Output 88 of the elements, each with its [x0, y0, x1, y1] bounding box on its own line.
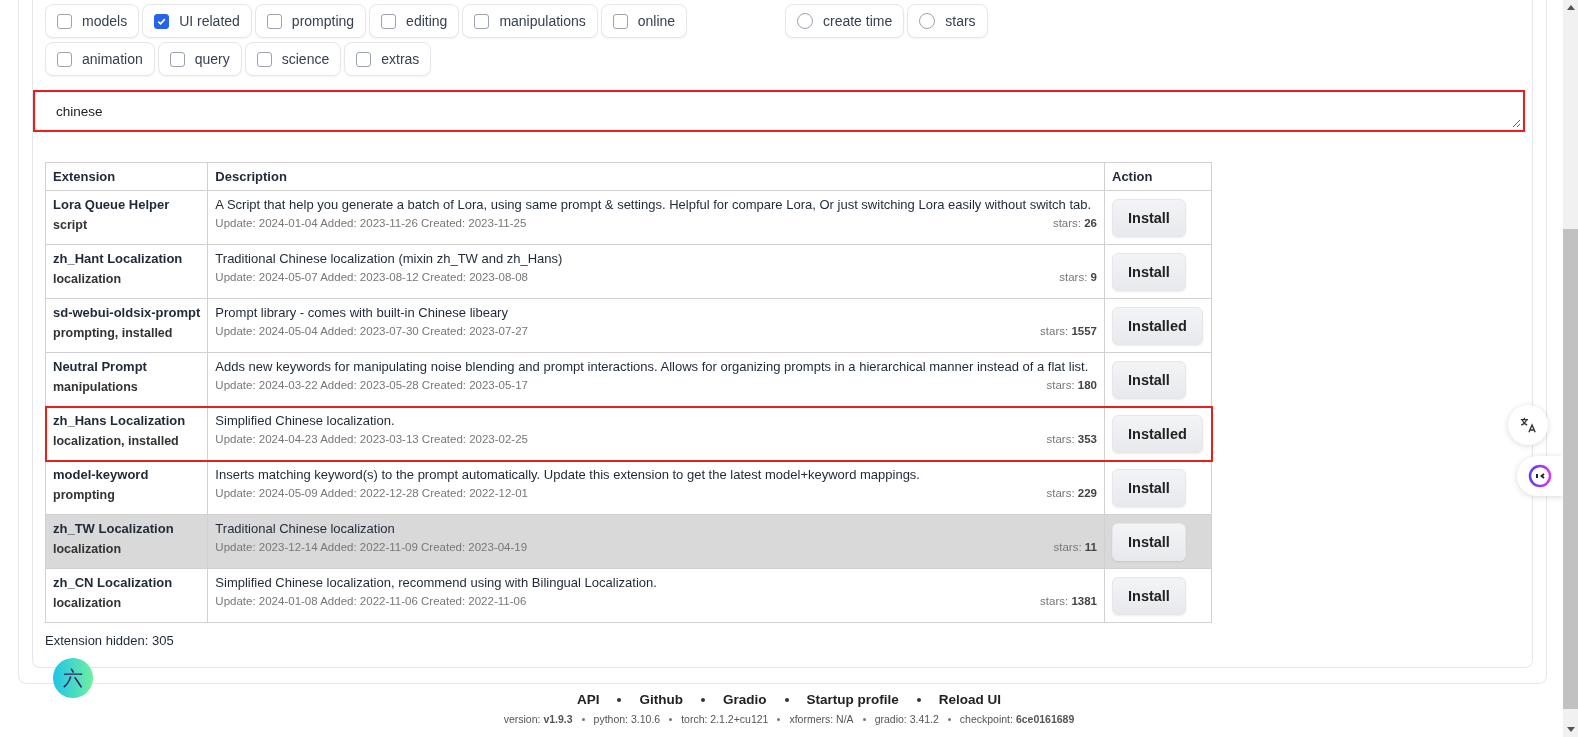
filter-checkbox[interactable]: models [45, 4, 140, 38]
footer-link[interactable]: Github [639, 692, 683, 707]
extension-tags: manipulations [53, 377, 201, 397]
sort-radio[interactable]: create time [785, 4, 905, 38]
star-count: stars: 1557 [1040, 324, 1097, 339]
version-info: xformers: N/A [789, 713, 854, 725]
version-info: torch: 2.1.2+cu121 [681, 713, 769, 725]
version-info: checkpoint: 6ce0161689 [959, 713, 1075, 725]
extension-name: Neutral Prompt [53, 358, 148, 376]
extension-dates: Update: 2024-01-08 Added: 2022-11-06 Created: 2022-11-06 [215, 594, 527, 609]
install-button[interactable]: Install [1112, 360, 1186, 399]
star-count: stars: 26 [1052, 216, 1097, 231]
extension-description: Traditional Chinese localization [215, 520, 396, 538]
filter-checkbox[interactable]: animation [45, 42, 155, 76]
footer-link[interactable]: Gradio [723, 692, 767, 707]
star-count: stars: 9 [1059, 270, 1097, 285]
extension-dates: Update: 2024-05-07 Added: 2023-08-12 Created: 2023-08-08 [215, 270, 528, 285]
filter-checkbox[interactable]: prompting [254, 4, 367, 38]
table-row[interactable] [45, 460, 1212, 515]
extension-tags: localization [53, 593, 201, 613]
filter-checkbox[interactable]: extras [344, 42, 432, 76]
extension-description: Prompt library - comes with built-in Chinese libeary [215, 304, 509, 322]
filter-checkbox[interactable]: science [244, 42, 342, 76]
robot-face-icon [1528, 464, 1552, 488]
install-button[interactable]: Installed [1112, 306, 1203, 345]
translate-icon [1519, 416, 1537, 434]
translate-button[interactable] [1508, 405, 1548, 445]
filter-checkbox[interactable]: query [157, 42, 242, 76]
extension-dates: Update: 2024-04-23 Added: 2023-03-13 Created: 2023-02-25 [215, 432, 528, 447]
version-info: version: v1.9.3 [503, 713, 573, 725]
column-header: Description [207, 162, 1105, 191]
extension-description: Inserts matching keyword(s) to the prompt automatically. Update this extension to get the latest model+keyword mappings. [215, 466, 921, 484]
extension-name: zh_CN Localization [53, 574, 174, 592]
extension-description: A Script that help you generate a batch of Lora, using same prompt & settings. Helpful for compare Lora, Or just switching Lora easily without switch tab. [215, 196, 1093, 214]
extension-name: sd-webui-oldsix-prompt [53, 304, 201, 322]
filter-checkbox[interactable]: online [600, 4, 688, 38]
install-button[interactable]: Install [1112, 522, 1186, 561]
star-count: stars: 353 [1046, 432, 1097, 447]
footer-link[interactable]: Reload UI [938, 692, 1002, 707]
column-header: Extension [45, 162, 208, 191]
sort-radio[interactable]: stars [907, 4, 988, 38]
footer-link[interactable]: API [576, 692, 600, 707]
extension-description: Simplified Chinese localization, recommend using with Bilingual Localization. [215, 574, 658, 592]
filter-checkbox[interactable]: manipulations [462, 4, 598, 38]
version-info: gradio: 3.41.2 [874, 713, 939, 725]
extension-description: Simplified Chinese localization. [215, 412, 396, 430]
extension-name: zh_Hant Localization [53, 250, 184, 268]
version-info: python: 3.10.6 [593, 713, 661, 725]
floating-badge[interactable]: 六 [53, 658, 93, 698]
hidden-count: Extension hidden: 305 [45, 633, 175, 648]
star-count: stars: 11 [1053, 540, 1097, 555]
star-count: stars: 1381 [1040, 594, 1097, 609]
star-count: stars: 180 [1046, 378, 1097, 393]
extension-dates: Update: 2024-03-22 Added: 2023-05-28 Created: 2023-05-17 [215, 378, 528, 393]
extension-tags: script [53, 215, 201, 235]
extension-tags: localization [53, 539, 201, 559]
install-button[interactable]: Install [1112, 252, 1186, 291]
extension-name: model-keyword [53, 466, 150, 484]
star-count: stars: 229 [1046, 486, 1097, 501]
extension-tags: localization [53, 269, 201, 289]
scrollbar[interactable] [1563, 0, 1578, 737]
extension-name: zh_TW Localization [53, 520, 175, 538]
extension-dates: Update: 2024-05-04 Added: 2023-07-30 Created: 2023-07-27 [215, 324, 528, 339]
install-button[interactable]: Install [1112, 198, 1186, 237]
install-button[interactable]: Install [1112, 468, 1186, 507]
table-row[interactable] [45, 190, 1212, 245]
extension-tags: prompting [53, 485, 201, 505]
footer-link[interactable]: Startup profile [806, 692, 899, 707]
resize-handle-icon[interactable] [1511, 118, 1521, 128]
install-button[interactable]: Install [1112, 576, 1186, 615]
install-button[interactable]: Installed [1112, 414, 1203, 453]
scroll-down-icon[interactable] [1566, 727, 1575, 732]
extension-dates: Update: 2024-01-04 Added: 2023-11-26 Created: 2023-11-25 [215, 216, 527, 231]
assistant-button[interactable] [1517, 456, 1563, 496]
table-row[interactable] [45, 352, 1212, 407]
extension-name: zh_Hans Localization [53, 412, 187, 430]
search-field[interactable]: chinese [33, 90, 1525, 132]
filter-checkbox[interactable]: editing [369, 4, 460, 38]
extension-description: Adds new keywords for manipulating noise blending and prompt interactions. Allows for organizing prompts in a hierarchical manner instead of a flat list. [215, 358, 1090, 376]
extension-tags: prompting, installed [53, 323, 201, 343]
column-header: Action [1104, 162, 1212, 191]
extension-dates: Update: 2024-05-09 Added: 2022-12-28 Created: 2022-12-01 [215, 486, 528, 501]
extension-name: Lora Queue Helper [53, 196, 171, 214]
scroll-up-icon[interactable] [1566, 5, 1575, 10]
extension-tags: localization, installed [53, 431, 201, 451]
extension-dates: Update: 2023-12-14 Added: 2022-11-09 Created: 2023-04-19 [215, 540, 528, 555]
extension-description: Traditional Chinese localization (mixin zh_TW and zh_Hans) [215, 250, 564, 268]
filter-checkbox[interactable]: UI related [142, 4, 252, 38]
